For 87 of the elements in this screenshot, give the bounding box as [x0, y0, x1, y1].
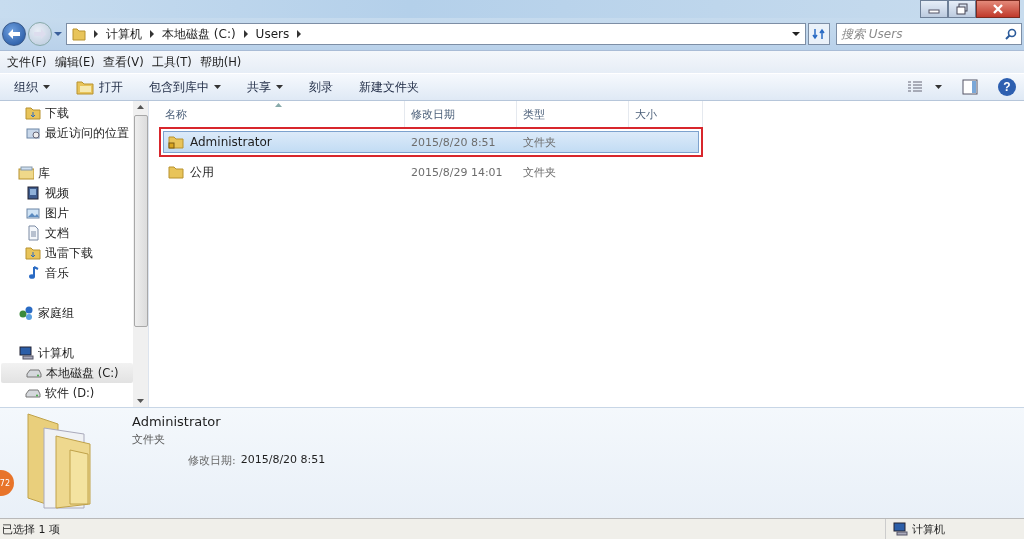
property-value: 2015/8/20 8:51 — [240, 453, 326, 468]
caret-icon[interactable] — [792, 31, 800, 37]
toolbar-button[interactable]: 包含到库中 — [145, 77, 225, 97]
help-button[interactable]: ? — [998, 78, 1016, 96]
chevron-icon[interactable] — [296, 30, 303, 38]
type-cell-text: 文件夹 — [522, 134, 557, 150]
nav-item[interactable]: 下载 — [0, 103, 133, 123]
restore-icon — [956, 3, 968, 15]
nav-item[interactable]: 最近访问的位置 — [0, 123, 133, 143]
folder-icon — [72, 26, 86, 42]
column-header[interactable]: 类型 — [517, 101, 629, 127]
menu-item[interactable]: 编辑(E) — [50, 54, 99, 70]
up-arrow-icon — [137, 105, 144, 109]
location-label: 计算机 — [912, 521, 945, 537]
pane-icon — [962, 79, 978, 95]
file-name: 公用 — [190, 163, 214, 181]
breadcrumb-item[interactable]: Users — [255, 27, 290, 41]
menu-item[interactable]: 文件(F) — [3, 54, 51, 70]
nav-item[interactable]: 家庭组 — [0, 303, 133, 323]
document-icon — [25, 225, 41, 241]
scroll-thumb[interactable] — [133, 115, 148, 327]
right-arrow-icon — [33, 28, 47, 40]
library-icon — [18, 165, 34, 181]
folder-icon — [25, 105, 41, 121]
breadcrumb-item[interactable]: 本地磁盘 (C:) — [162, 25, 236, 43]
places-icon — [25, 125, 41, 141]
search-icon — [1005, 28, 1017, 40]
selection-status: 已选择 1 项 — [2, 521, 61, 537]
date-cell-text: 2015/8/29 14:01 — [410, 165, 504, 179]
left-arrow-icon — [7, 28, 21, 40]
close-icon — [992, 3, 1004, 15]
toolbar-button[interactable]: 共享 — [243, 77, 287, 97]
property-label: 修改日期: — [188, 453, 236, 468]
maximize-button[interactable] — [948, 0, 976, 18]
toolbar-button[interactable]: 新建文件夹 — [355, 77, 423, 97]
nav-item[interactable]: 视频 — [0, 183, 133, 203]
folder-icon — [25, 245, 41, 261]
nav-item[interactable]: 库 — [0, 163, 133, 183]
toolbar-button[interactable]: 刻录 — [305, 77, 337, 97]
item-type: 文件夹 — [132, 432, 166, 447]
breadcrumb-item[interactable]: 计算机 — [106, 25, 142, 43]
toolbar-button[interactable]: 组织 — [10, 77, 54, 97]
address-bar[interactable]: 计算机 本地磁盘 (C:) Users — [66, 23, 806, 45]
refresh-button[interactable] — [808, 23, 830, 45]
film-icon — [25, 185, 41, 201]
nav-item[interactable]: 文档 — [0, 223, 133, 243]
search-field[interactable]: 搜索 Users — [836, 23, 1022, 45]
network-icon — [18, 305, 34, 321]
caret-icon — [214, 85, 221, 89]
caret-icon — [43, 85, 50, 89]
date-cell-text: 2015/8/20 8:51 — [410, 135, 497, 149]
toolbar-button[interactable]: 打开 — [72, 77, 127, 97]
caret-icon — [276, 85, 283, 89]
file-row[interactable]: 公用 2015/8/29 14:01 文件夹 — [163, 161, 699, 183]
computer-icon — [892, 521, 908, 537]
refresh-icon — [812, 28, 826, 40]
menu-item[interactable]: 查看(V) — [98, 54, 148, 70]
nav-item[interactable]: 音乐 — [0, 263, 133, 283]
sort-arrow-icon — [275, 103, 282, 107]
list-view-icon — [907, 80, 923, 94]
type-cell-text: 文件夹 — [522, 164, 557, 180]
chevron-icon[interactable] — [242, 30, 249, 38]
chevron-icon[interactable] — [93, 30, 99, 38]
down-arrow-icon — [137, 399, 144, 403]
file-row[interactable]: Administrator 2015/8/20 8:51 文件夹 — [163, 131, 699, 153]
menu-item[interactable]: 帮助(H) — [195, 54, 246, 70]
preview-pane-button[interactable] — [960, 77, 980, 97]
picture-icon — [25, 205, 41, 221]
close-button[interactable] — [976, 0, 1020, 18]
scrollbar[interactable] — [133, 101, 148, 407]
column-header[interactable]: 修改日期 — [405, 101, 517, 127]
nav-item[interactable]: 软件 (D:) — [0, 383, 133, 403]
item-name: Administrator — [132, 414, 222, 429]
computer-icon — [18, 345, 34, 361]
column-header[interactable]: 名称 — [159, 101, 405, 127]
minimize-button[interactable] — [920, 0, 948, 18]
nav-item[interactable]: 计算机 — [0, 343, 133, 363]
menu-item[interactable]: 工具(T) — [147, 54, 196, 70]
nav-item[interactable]: 图片 — [0, 203, 133, 223]
back-button[interactable] — [2, 22, 26, 46]
chevron-icon[interactable] — [149, 30, 155, 38]
nav-item[interactable]: 迅雷下载 — [0, 243, 133, 263]
column-header[interactable]: 大小 — [629, 101, 703, 127]
nav-item[interactable]: 本地磁盘 (C:) — [1, 363, 133, 383]
caret-icon[interactable] — [935, 85, 942, 89]
folder-icon — [76, 79, 94, 95]
file-name: Administrator — [190, 135, 272, 149]
